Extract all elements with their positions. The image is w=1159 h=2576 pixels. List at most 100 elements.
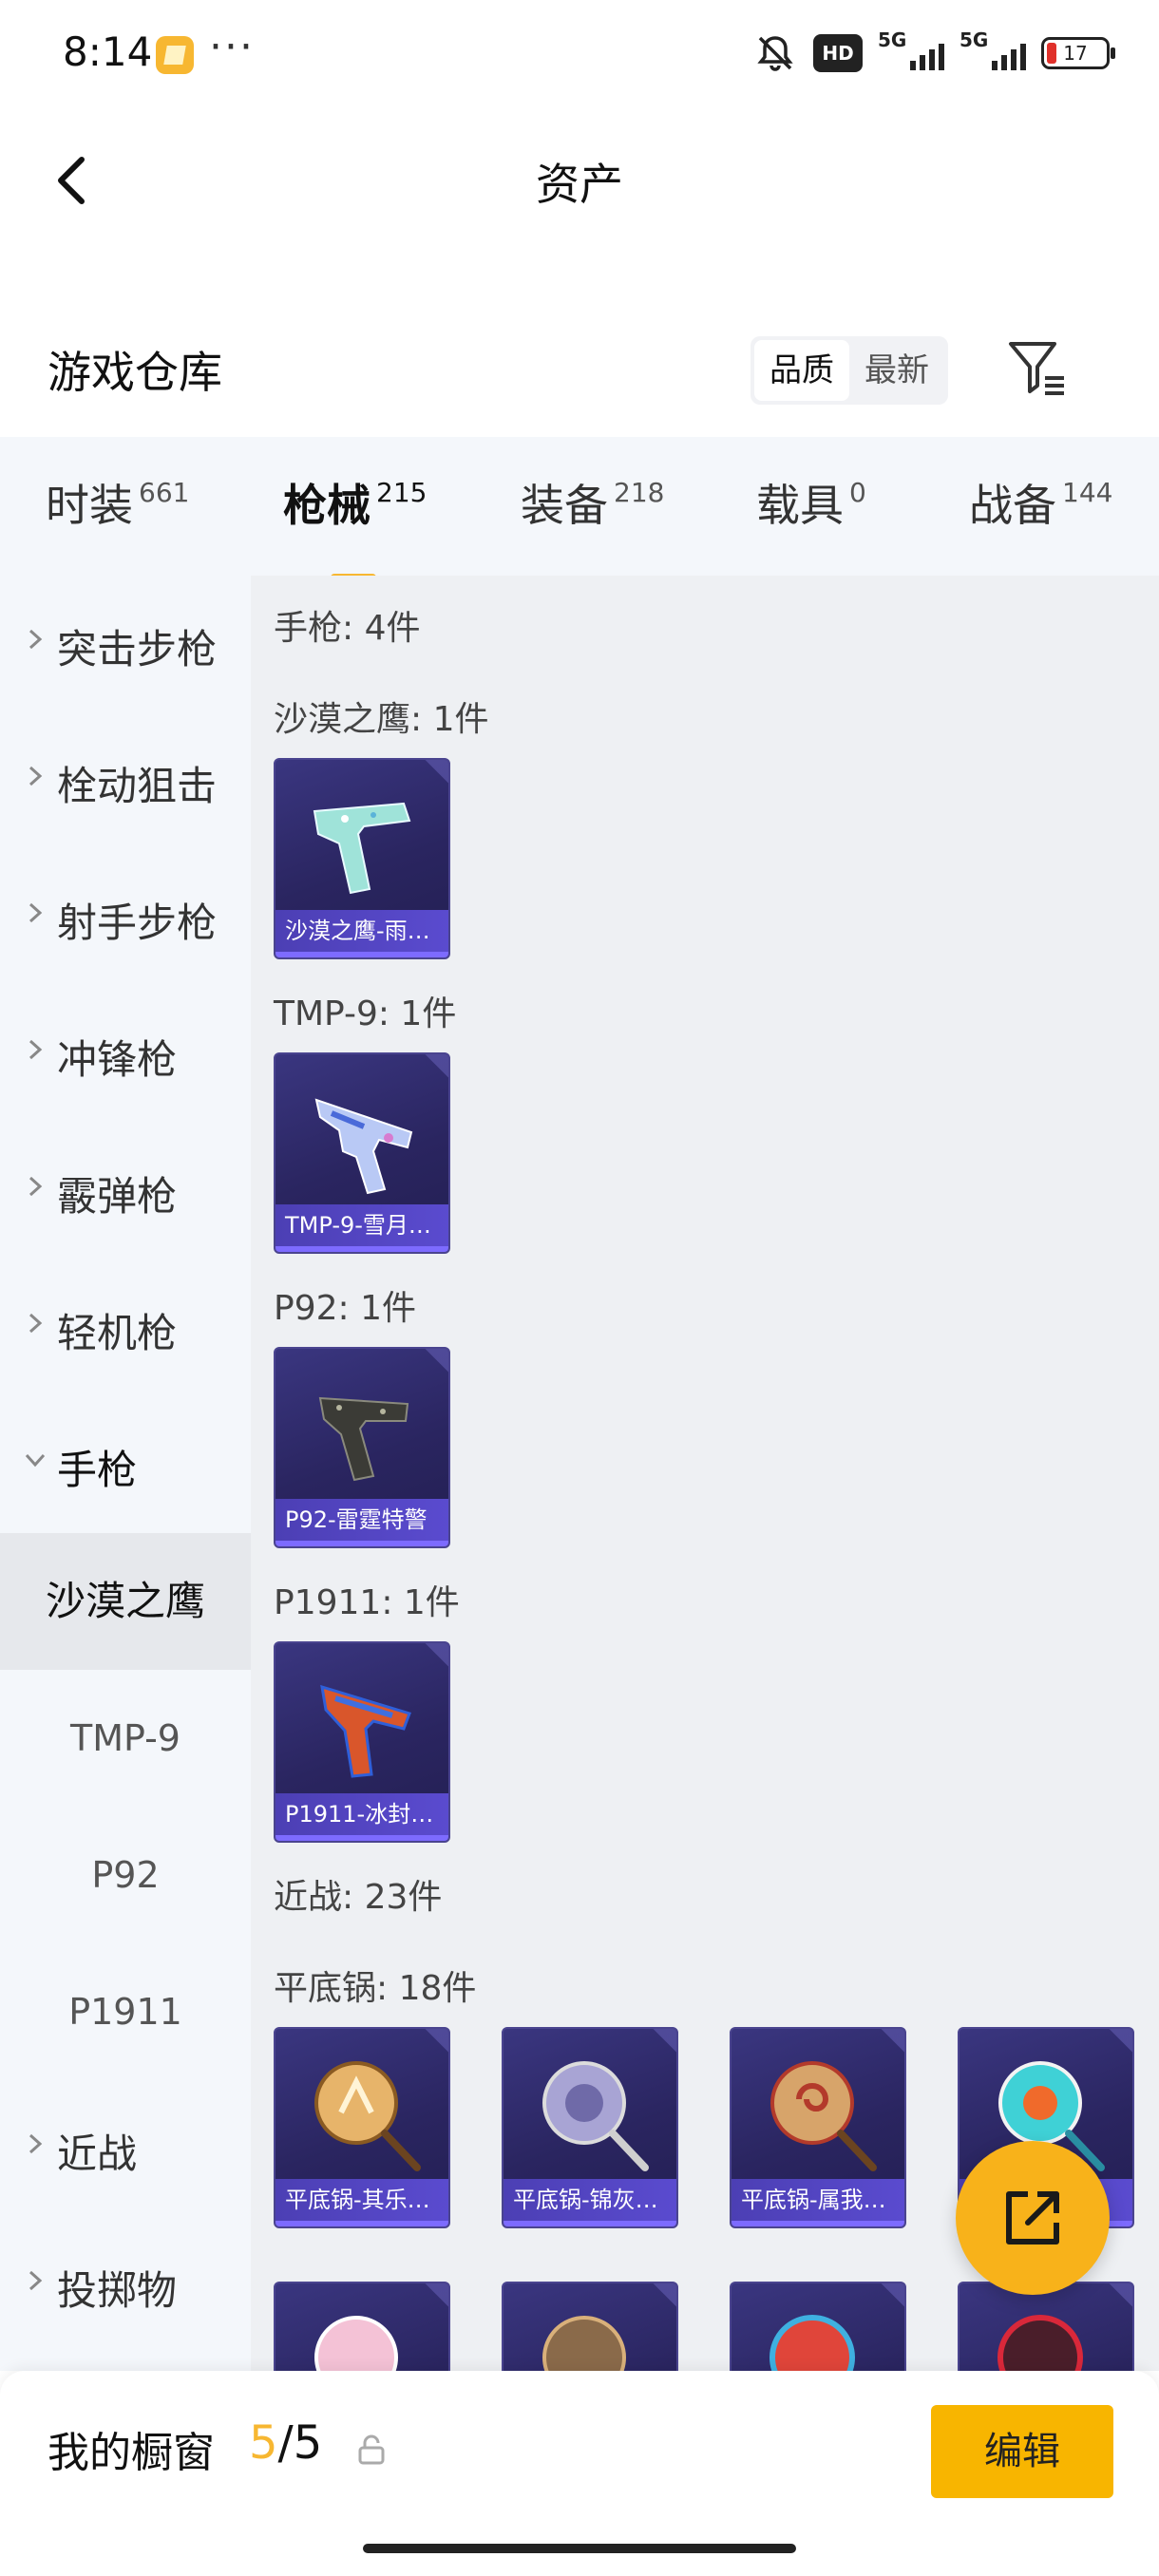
chevron-right-icon <box>28 902 43 923</box>
mute-icon <box>752 32 798 74</box>
tab-fashion[interactable]: 时装 661 <box>46 471 189 534</box>
sidebar-subitem-tmp9[interactable]: TMP-9 <box>0 1670 251 1807</box>
nav-bar: 资产 <box>0 123 1159 237</box>
filter-button[interactable] <box>1003 334 1070 401</box>
pan-skin-image <box>770 2315 855 2371</box>
filter-list-icon <box>1009 342 1064 395</box>
chevron-right-icon <box>28 1313 43 1334</box>
sort-toggle: 品质 最新 <box>750 336 948 405</box>
smg-skin-image <box>314 1098 413 1195</box>
tab-count: 0 <box>849 477 866 508</box>
sim1-label: 5G <box>878 28 907 51</box>
showcase-separator: / <box>277 2416 294 2470</box>
item-card-pan[interactable] <box>274 2282 450 2371</box>
sidebar-item-bolt-sniper[interactable]: 栓动狙击 <box>0 712 251 849</box>
status-time: 8:14 <box>63 28 153 75</box>
tab-label: 载具 <box>756 480 844 531</box>
sidebar-item-marksman-rifle[interactable]: 射手步枪 <box>0 849 251 986</box>
sidebar-item-smg[interactable]: 冲锋枪 <box>0 986 251 1123</box>
more-notifications-icon: ··· <box>209 23 255 71</box>
sidebar-item-pistol[interactable]: 手枪 <box>0 1396 251 1533</box>
signal-icon: 5G <box>878 28 944 74</box>
status-bar: 8:14 ··· HD 5G 5G 17 <box>0 0 1159 114</box>
sidebar-item-lmg[interactable]: 轻机枪 <box>0 1260 251 1396</box>
item-card-pan[interactable] <box>502 2282 678 2371</box>
tab-label: 时装 <box>46 480 133 531</box>
section-title-desert-eagle: 沙漠之鹰: 1件 <box>274 700 489 739</box>
item-card-p92[interactable]: P92-雷霆特警 <box>274 1347 450 1548</box>
sidebar-item-label: 轻机枪 <box>57 1310 178 1356</box>
showcase-current: 5 <box>249 2416 278 2470</box>
share-external-icon <box>1006 2191 1059 2245</box>
item-card-label: 沙漠之鹰-雨… <box>276 910 448 952</box>
tab-count: 661 <box>139 477 190 508</box>
share-button[interactable] <box>956 2141 1110 2295</box>
item-card-pan[interactable]: 平底锅-锦灰… <box>502 2027 678 2228</box>
chevron-right-icon <box>28 629 43 650</box>
pistol-skin-image <box>318 1396 409 1482</box>
item-card-label: 平底锅-其乐… <box>276 2179 448 2221</box>
item-card-pan[interactable]: 平底锅-属我… <box>730 2027 906 2228</box>
home-indicator <box>363 2544 796 2553</box>
sidebar-item-label: 栓动狙击 <box>57 763 218 809</box>
item-card-desert-eagle[interactable]: 沙漠之鹰-雨… <box>274 758 450 959</box>
category-tabs: 时装 661 枪械 215 装备 218 载具 0 战备 144 <box>0 437 1159 581</box>
sidebar-item-label: 近战 <box>57 2131 138 2177</box>
lock-icon <box>358 2434 385 2465</box>
sidebar-item-label: 冲锋枪 <box>57 1036 178 1083</box>
signal-icon: 5G <box>960 28 1026 74</box>
group-title-melee: 近战: 23件 <box>274 1878 443 1917</box>
group-title-pistol: 手枪: 4件 <box>274 609 421 648</box>
tab-label: 战备 <box>969 480 1056 531</box>
tab-vehicles[interactable]: 载具 0 <box>756 471 866 534</box>
chevron-right-icon <box>28 2270 43 2291</box>
edit-button[interactable]: 编辑 <box>931 2405 1113 2498</box>
hd-icon: HD <box>813 34 863 72</box>
item-card-label: TMP-9-雪月… <box>276 1204 448 1246</box>
battery-icon: 17 <box>1041 37 1115 69</box>
sidebar-item-shotgun[interactable]: 霰弹枪 <box>0 1123 251 1260</box>
sidebar-item-label: 射手步枪 <box>57 900 218 946</box>
tab-count: 215 <box>376 477 428 508</box>
tab-equipment[interactable]: 装备 218 <box>521 471 664 534</box>
showcase-count: 5/5 <box>249 2416 322 2470</box>
weapon-category-sidebar: 突击步枪 栓动狙击 射手步枪 冲锋枪 霰弹枪 轻机枪 手枪 沙漠之鹰 TMP-9… <box>0 576 251 2371</box>
pan-skin-image <box>314 2316 398 2371</box>
tab-supplies[interactable]: 战备 144 <box>969 471 1112 534</box>
sidebar-item-melee[interactable]: 近战 <box>0 2080 251 2217</box>
chevron-right-icon <box>28 2133 43 2154</box>
asset-list: 手枪: 4件 沙漠之鹰: 1件 沙漠之鹰-雨… TMP-9: 1件 TMP-9-… <box>251 576 1159 2371</box>
item-card-pan[interactable] <box>958 2282 1134 2371</box>
section-title-pan: 平底锅: 18件 <box>274 1969 477 2008</box>
showcase-total: 5 <box>293 2416 323 2470</box>
warehouse-header: 游戏仓库 品质 最新 <box>0 313 1159 427</box>
item-card-label: 平底锅-属我… <box>732 2179 904 2221</box>
tab-count: 218 <box>614 477 665 508</box>
pan-skin-image <box>542 2061 649 2171</box>
item-card-tmp9[interactable]: TMP-9-雪月… <box>274 1052 450 1254</box>
tab-label: 枪械 <box>283 480 370 531</box>
tab-firearms[interactable]: 枪械 215 <box>283 471 428 581</box>
sort-quality-button[interactable]: 品质 <box>754 340 849 401</box>
sidebar-item-label: 手枪 <box>57 1447 138 1493</box>
pistol-skin-image <box>320 1684 411 1778</box>
sidebar-item-assault-rifle[interactable]: 突击步枪 <box>0 576 251 712</box>
item-card-label: P92-雷霆特警 <box>276 1499 448 1541</box>
section-title-tmp9: TMP-9: 1件 <box>274 994 457 1033</box>
sidebar-item-label: 投掷物 <box>57 2267 178 2314</box>
chevron-right-icon <box>28 766 43 786</box>
item-card-pan[interactable] <box>730 2282 906 2371</box>
item-card-p1911[interactable]: P1911-冰封… <box>274 1641 450 1843</box>
page-title: 资产 <box>536 159 623 210</box>
chevron-right-icon <box>28 1039 43 1060</box>
sort-newest-button[interactable]: 最新 <box>849 340 944 401</box>
sidebar-item-throwables[interactable]: 投掷物 <box>0 2217 251 2354</box>
item-card-pan[interactable]: 平底锅-其乐… <box>274 2027 450 2228</box>
tab-count: 144 <box>1062 477 1113 508</box>
sidebar-subitem-p92[interactable]: P92 <box>0 1807 251 1943</box>
sidebar-subitem-desert-eagle[interactable]: 沙漠之鹰 <box>0 1533 251 1670</box>
battery-level: 17 <box>1063 42 1088 65</box>
sidebar-subitem-p1911[interactable]: P1911 <box>0 1943 251 2080</box>
chevron-down-icon <box>25 1453 46 1468</box>
gallery-notification-icon <box>156 36 194 74</box>
